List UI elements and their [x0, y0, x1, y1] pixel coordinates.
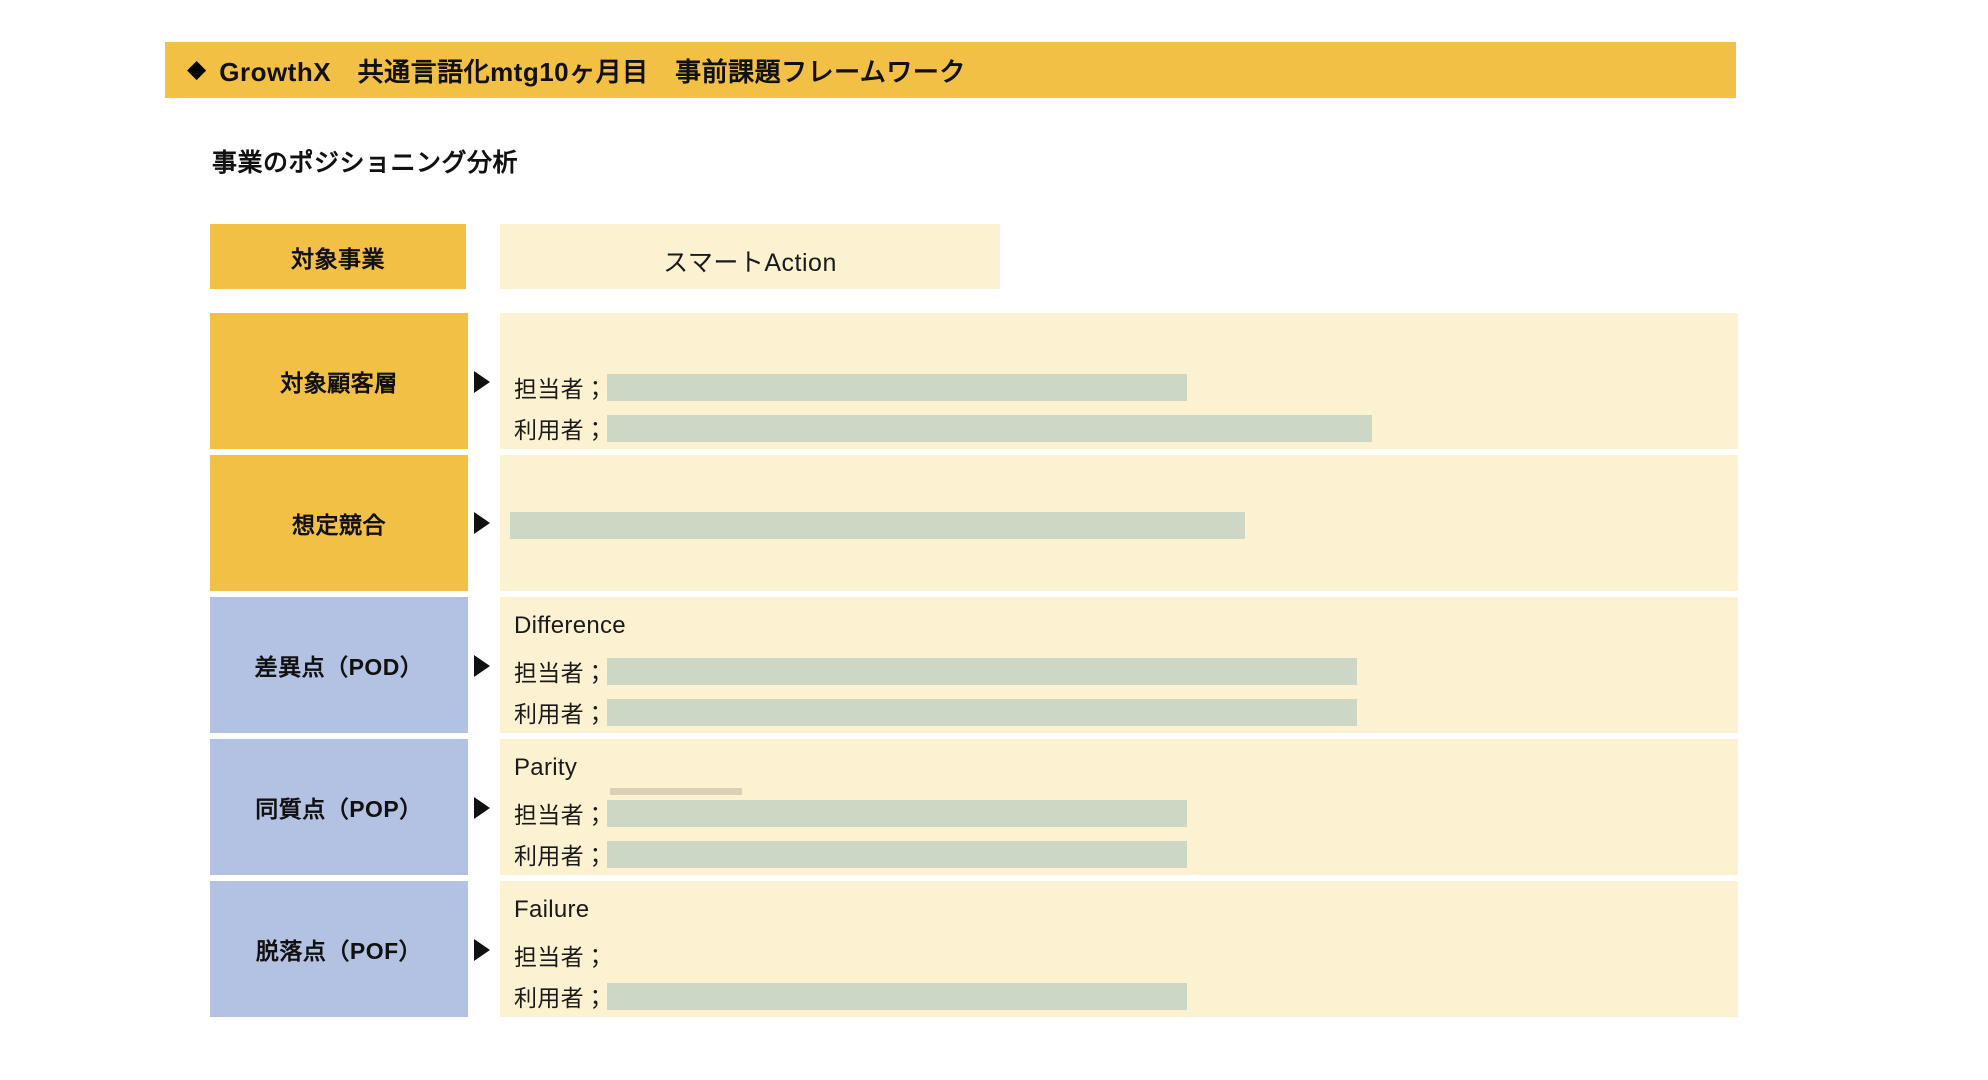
redacted-value-owner: [607, 799, 1188, 827]
field-line-user: 利用者；: [514, 837, 1188, 871]
row-label-text: 差異点（POD）: [254, 654, 424, 680]
row-content-point-of-parity: Parity 担当者； 利用者；: [500, 739, 1738, 875]
row-label-point-of-difference: 差異点（POD）: [210, 597, 468, 733]
field-line-owner: 担当者；: [514, 370, 1188, 404]
row-content-assumed-competitor: [500, 455, 1738, 591]
field-key-owner: 担当者；: [514, 660, 608, 686]
redacted-value-user: [607, 982, 1188, 1010]
positioning-matrix: 対象事業 スマートAction 対象顧客層 担当者； 利用者； 想定競合 差異点…: [0, 0, 1988, 1080]
field-key-owner: 担当者；: [514, 802, 608, 828]
row-arrow-icon: [474, 797, 490, 819]
target-business-value: スマートAction: [663, 249, 837, 277]
row-arrow-icon: [474, 655, 490, 677]
row-label-target-business: 対象事業: [210, 224, 466, 289]
field-key-user: 利用者；: [514, 843, 608, 869]
row-content-point-of-difference: Difference 担当者； 利用者；: [500, 597, 1738, 733]
row-content-target-business: スマートAction: [500, 224, 1000, 289]
english-label-failure: Failure: [514, 896, 590, 923]
row-content-point-of-failure: Failure 担当者； 利用者；: [500, 881, 1738, 1017]
row-arrow-icon: [474, 512, 490, 534]
row-label-text: 想定競合: [292, 512, 386, 538]
field-key-user: 利用者；: [514, 417, 608, 443]
redacted-value-owner: [607, 373, 1188, 401]
row-arrow-icon: [474, 939, 490, 961]
row-arrow-icon: [474, 371, 490, 393]
slide-canvas: ◆ GrowthX 共通言語化mtg10ヶ月目 事前課題フレームワーク 事業のポ…: [0, 0, 1988, 1080]
field-key-user: 利用者；: [514, 701, 608, 727]
row-label-text: 脱落点（POF）: [255, 938, 423, 964]
row-label-text: 対象事業: [291, 245, 385, 272]
redacted-value-competitor: [510, 512, 1245, 539]
field-line-owner: 担当者；: [514, 796, 1188, 830]
row-label-point-of-failure: 脱落点（POF）: [210, 881, 468, 1017]
redacted-value-owner: [607, 657, 1358, 685]
field-line-owner: 担当者；: [514, 938, 607, 972]
field-line-owner: 担当者；: [514, 654, 1358, 688]
row-label-target-customer: 対象顧客層: [210, 313, 468, 449]
field-line-user: 利用者；: [514, 979, 1188, 1013]
row-label-assumed-competitor: 想定競合: [210, 455, 468, 591]
field-key-user: 利用者；: [514, 985, 608, 1011]
english-label-difference: Difference: [514, 612, 626, 639]
row-label-point-of-parity: 同質点（POP）: [210, 739, 468, 875]
row-content-target-customer: 担当者； 利用者；: [500, 313, 1738, 449]
redacted-value-user: [607, 698, 1358, 726]
field-key-owner: 担当者；: [514, 376, 608, 402]
english-label-parity: Parity: [514, 754, 578, 781]
row-label-text: 対象顧客層: [280, 370, 398, 396]
redaction-bleed: [610, 788, 742, 795]
field-line-user: 利用者；: [514, 695, 1358, 729]
field-line-user: 利用者；: [514, 411, 1373, 445]
field-key-owner: 担当者；: [514, 944, 608, 970]
row-label-text: 同質点（POP）: [255, 796, 423, 822]
redacted-value-user: [607, 414, 1373, 442]
redacted-value-user: [607, 840, 1188, 868]
